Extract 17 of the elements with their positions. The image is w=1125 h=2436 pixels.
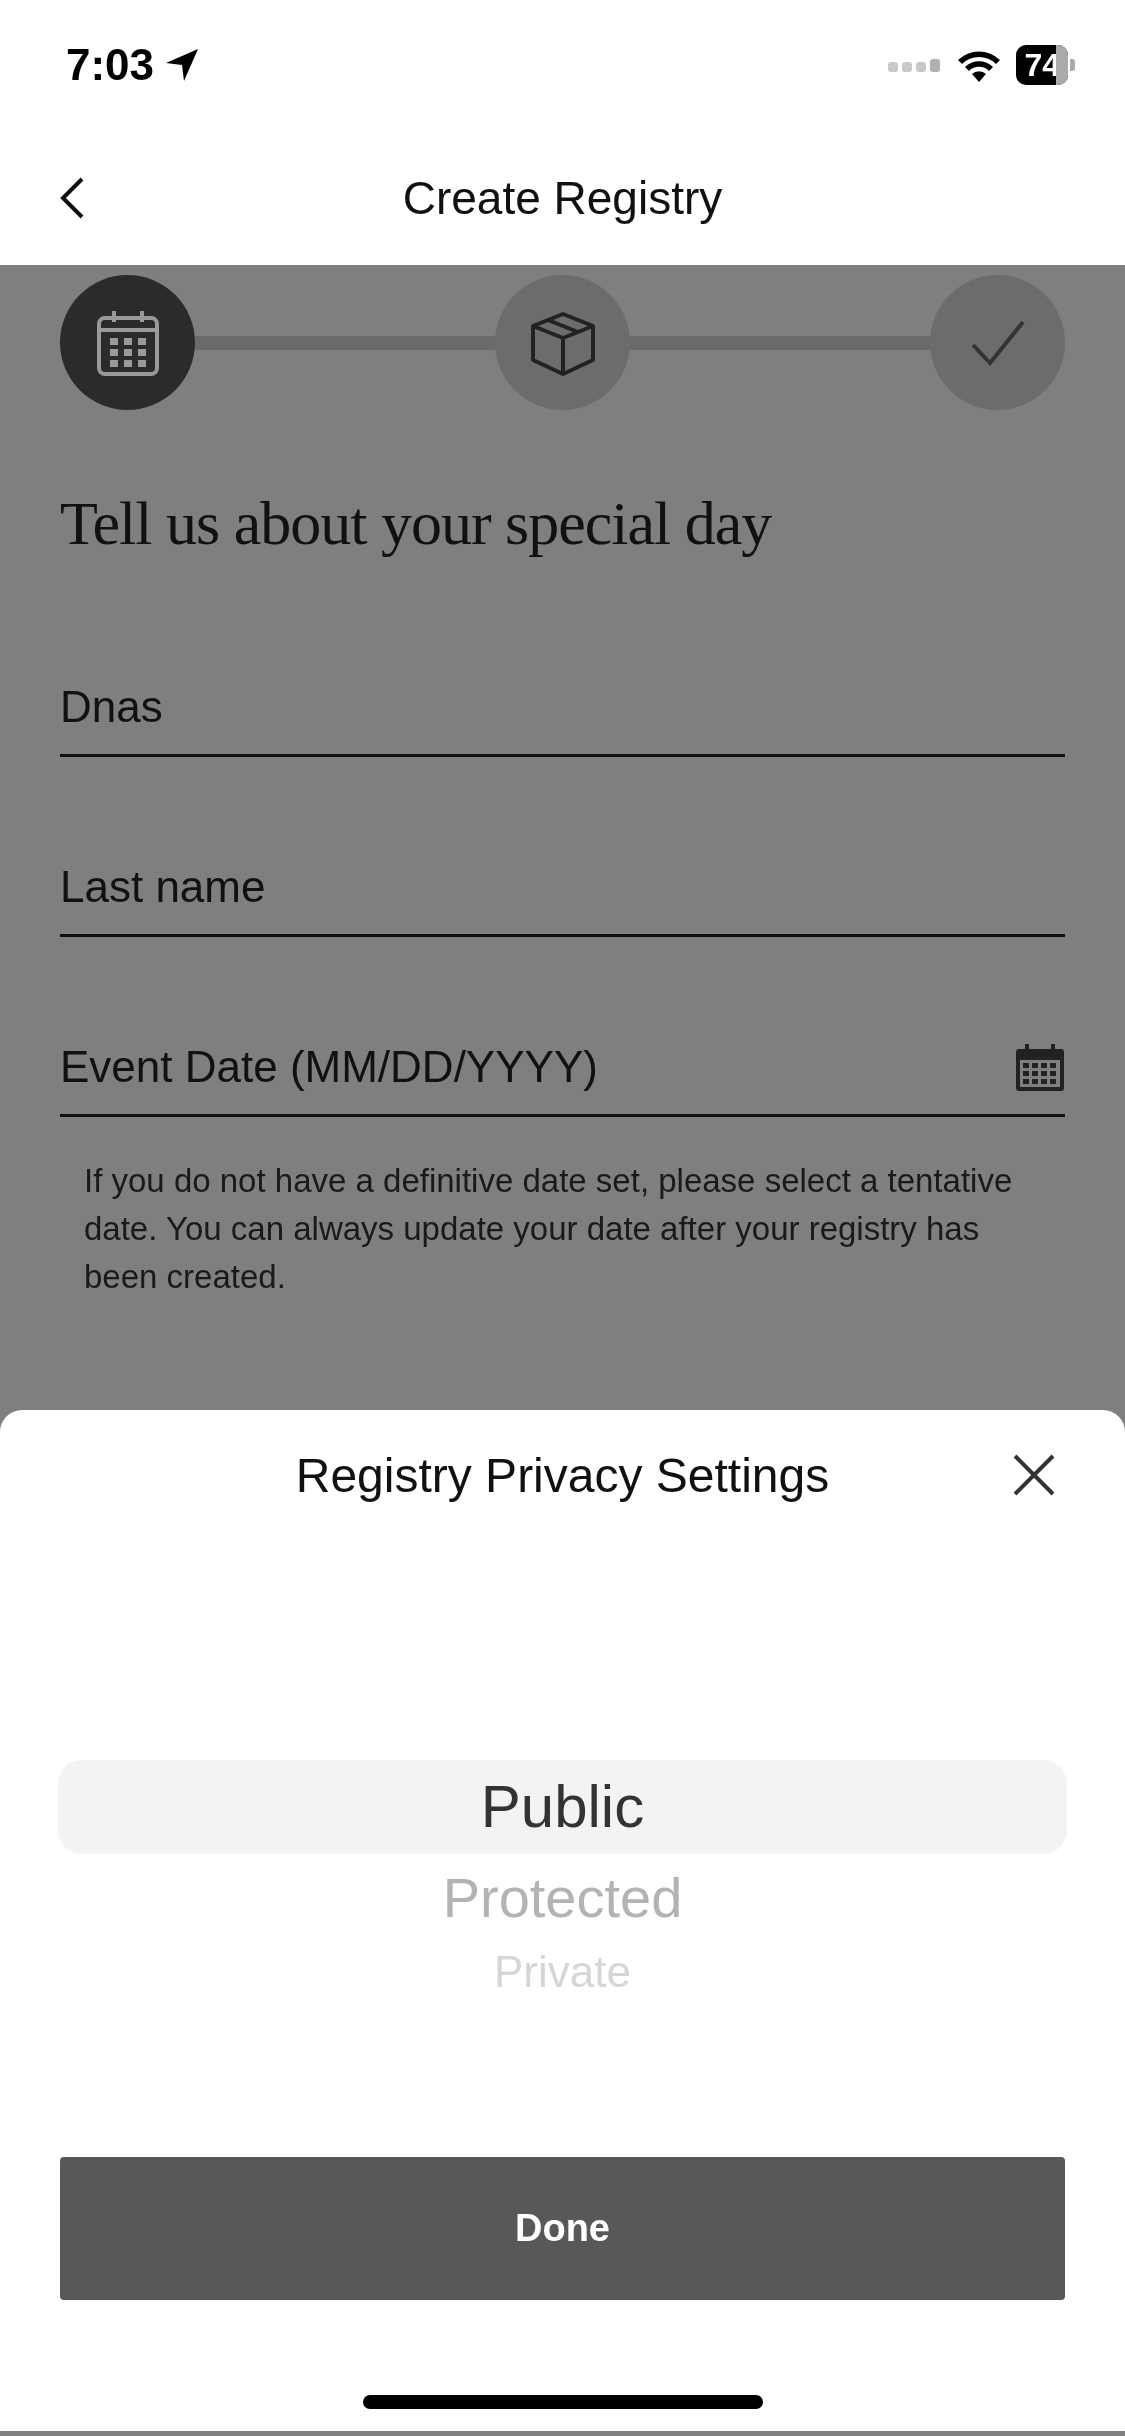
checkmark-icon	[969, 318, 1026, 367]
location-arrow-icon	[164, 47, 201, 83]
helper-text: If you do not have a definitive date set, please select a tentative date. You can always update your date after your registry has been created.	[84, 1161, 1014, 1297]
close-icon[interactable]	[1013, 1454, 1055, 1496]
picker-option[interactable]: Public	[58, 1760, 1067, 1854]
done-button[interactable]: Done	[60, 2157, 1065, 2300]
text-field[interactable]: Event Date (MM/DD/YYYY)	[60, 1042, 1015, 1092]
wifi-icon	[956, 48, 1003, 82]
back-icon[interactable]	[60, 176, 84, 219]
page-title: Create Registry	[402, 170, 723, 225]
signal-icon	[888, 56, 943, 74]
section-heading: Tell us about your special day	[60, 488, 773, 559]
text-field[interactable]: Last name	[60, 862, 1065, 912]
text-field[interactable]: Dnas	[60, 682, 1065, 732]
calendar-icon[interactable]	[1015, 1044, 1065, 1092]
status-time: 7:03	[66, 40, 155, 90]
sheet-title: Registry Privacy Settings	[295, 1447, 830, 1503]
